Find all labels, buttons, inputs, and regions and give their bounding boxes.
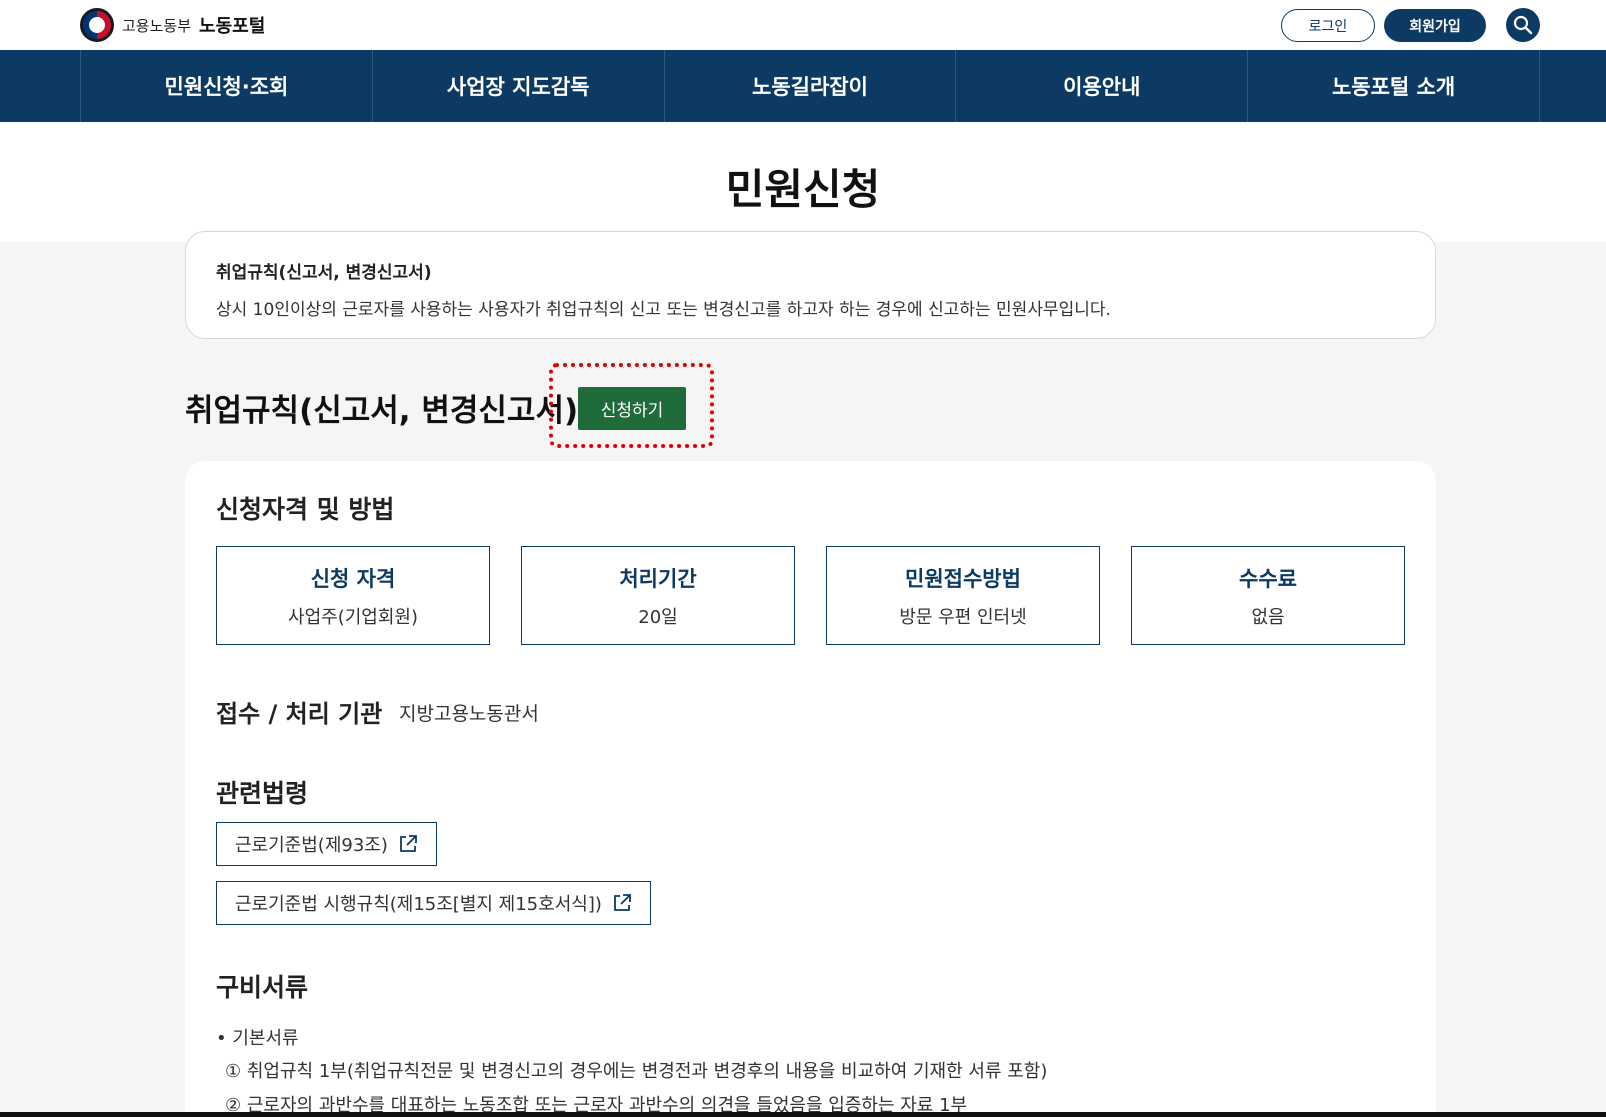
info-label: 처리기간 [619, 566, 697, 591]
external-link-icon [399, 835, 417, 852]
search-icon [1513, 15, 1533, 35]
nav-item-portal-intro[interactable]: 노동포털 소개 [1248, 50, 1540, 122]
info-value: 사업주(기업회원) [288, 606, 418, 628]
law-link-label: 근로기준법(제93조) [235, 835, 388, 856]
documents-heading: 구비서류 [216, 973, 309, 1002]
top-utility-bar: 고용노동부 노동포털 로그인 회원가입 [0, 0, 1606, 50]
document-item: ① 취업규칙 1부(취업규칙전문 및 변경신고의 경우에는 변경전과 변경후의 … [225, 1061, 1048, 1082]
service-heading: 취업규칙(신고서, 변경신고서) [185, 393, 579, 429]
service-detail-card: 신청자격 및 방법 신청 자격 사업주(기업회원) 처리기간 20일 민원접수방… [185, 461, 1436, 1117]
main-navigation: 민원신청·조회 사업장 지도감독 노동길라잡이 이용안내 노동포털 소개 [0, 50, 1606, 122]
law-link-label: 근로기준법 시행규칙(제15조[별지 제15호서식]) [235, 894, 602, 915]
info-value: 방문 우편 인터넷 [899, 606, 1027, 628]
info-box-fee: 수수료 없음 [1131, 546, 1405, 645]
signup-button[interactable]: 회원가입 [1384, 9, 1486, 42]
nav-item-usage-guide[interactable]: 이용안내 [956, 50, 1249, 122]
window-bottom-edge [0, 1112, 1606, 1117]
summary-description: 상시 10인이상의 근로자를 사용하는 사용자가 취업규칙의 신고 또는 변경신… [216, 300, 1111, 320]
info-box-processing-period: 처리기간 20일 [521, 546, 795, 645]
page-title: 민원신청 [725, 165, 881, 214]
law-link-enforcement-rules[interactable]: 근로기준법 시행규칙(제15조[별지 제15호서식]) [216, 881, 651, 925]
apply-highlight-annotation [549, 363, 714, 448]
page-title-band: 민원신청 [0, 122, 1606, 242]
government-emblem-icon [80, 8, 114, 42]
nav-item-workplace-inspection[interactable]: 사업장 지도감독 [373, 50, 665, 122]
logo-portal-name: 노동포털 [199, 16, 266, 37]
info-box-eligibility: 신청 자격 사업주(기업회원) [216, 546, 490, 645]
nav-item-labor-guide[interactable]: 노동길라잡이 [665, 50, 957, 122]
agency-value: 지방고용노동관서 [399, 703, 539, 725]
law-link-labor-standards-act[interactable]: 근로기준법(제93조) [216, 822, 437, 866]
info-value: 없음 [1251, 606, 1285, 628]
info-label: 수수료 [1239, 566, 1297, 591]
eligibility-heading: 신청자격 및 방법 [216, 495, 395, 524]
nav-item-civil-application[interactable]: 민원신청·조회 [81, 50, 373, 122]
laws-heading: 관련법령 [216, 779, 309, 808]
external-link-icon [613, 894, 631, 911]
info-label: 민원접수방법 [905, 566, 1021, 591]
login-button[interactable]: 로그인 [1281, 9, 1375, 42]
agency-label: 접수 / 처리 기관 [216, 700, 383, 728]
info-label: 신청 자격 [310, 566, 396, 591]
info-value: 20일 [638, 606, 678, 628]
service-summary-card: 취업규칙(신고서, 변경신고서) 상시 10인이상의 근로자를 사용하는 사용자… [185, 231, 1436, 339]
summary-title: 취업규칙(신고서, 변경신고서) [216, 263, 432, 283]
site-logo[interactable]: 고용노동부 노동포털 [80, 8, 265, 42]
info-box-submission-method: 민원접수방법 방문 우편 인터넷 [826, 546, 1100, 645]
search-button[interactable] [1506, 8, 1540, 42]
logo-ministry-name: 고용노동부 [122, 16, 192, 35]
documents-basic-label: • 기본서류 [216, 1028, 299, 1049]
